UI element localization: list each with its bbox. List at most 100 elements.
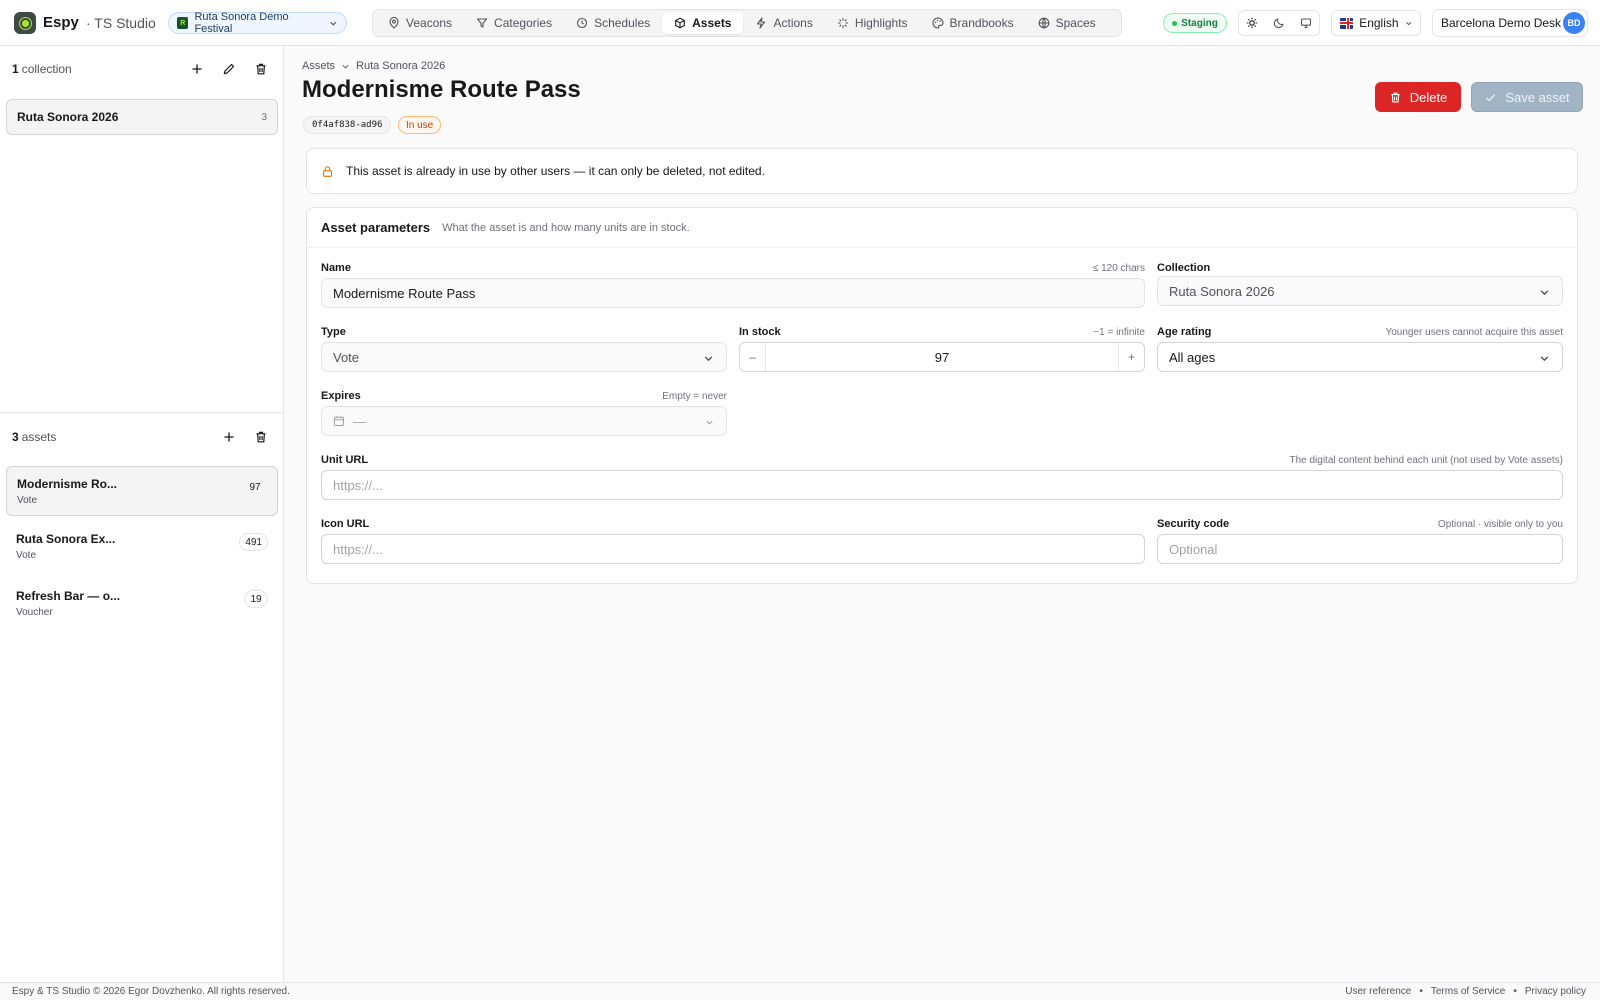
sun-icon: [1247, 17, 1258, 29]
assets-header: 3 assets: [12, 422, 272, 452]
edit-collection-button[interactable]: [218, 58, 240, 80]
moon-icon: [1273, 18, 1284, 29]
collection-item[interactable]: Ruta Sonora 2026 3: [6, 99, 278, 135]
status-badge: In use: [398, 116, 442, 134]
icon-url-input[interactable]: https://...: [321, 534, 1145, 564]
plus-icon: [224, 432, 234, 442]
increment-button[interactable]: +: [1118, 343, 1144, 371]
festival-selector[interactable]: R Ruta Sonora Demo Festival: [168, 11, 347, 35]
age-rating-value: All ages: [1169, 349, 1216, 365]
light-theme-button[interactable]: [1241, 13, 1263, 33]
status-dot: [1172, 20, 1178, 26]
type-select[interactable]: Vote: [321, 342, 727, 372]
expires-hint: Empty = never: [662, 391, 727, 402]
nav-schedules[interactable]: Schedules: [564, 12, 662, 34]
save-asset-button[interactable]: Save asset: [1471, 82, 1583, 112]
delete-asset-button[interactable]: [250, 426, 272, 448]
security-code-hint: Optional · visible only to you: [1437, 519, 1563, 530]
asset-parameters-card: Asset parameters What the asset is and h…: [306, 207, 1578, 584]
asset-type: Voucher: [16, 607, 53, 618]
environment-label: Staging: [1181, 17, 1218, 29]
nav-label: Assets: [692, 16, 732, 30]
nav-highlights[interactable]: Highlights: [825, 12, 920, 34]
filter-icon: [476, 18, 488, 28]
expires-value: —: [353, 413, 366, 429]
name-input[interactable]: Modernisme Route Pass: [321, 278, 1145, 308]
age-rating-select[interactable]: All ages: [1157, 342, 1563, 372]
nav-label: Veacons: [406, 16, 453, 30]
delete-label: Delete: [1409, 89, 1448, 105]
nav-label: Schedules: [594, 16, 651, 30]
user-menu[interactable]: Barcelona Demo Desk BD: [1432, 9, 1588, 37]
map-pin-icon: [389, 17, 399, 29]
asset-list-item[interactable]: Ruta Sonora Ex... Vote 491: [6, 522, 278, 572]
privacy-link[interactable]: Privacy policy: [1525, 986, 1586, 997]
espy-logo[interactable]: [14, 12, 36, 34]
stock-hint: −1 = infinite: [1093, 327, 1145, 338]
asset-name: Ruta Sonora Ex...: [16, 532, 116, 546]
nav-label: Actions: [773, 16, 813, 30]
asset-id-badge[interactable]: 0f4af838-ad96: [303, 116, 392, 134]
main-nav: Veacons Categories Schedules Assets Acti…: [372, 9, 1122, 37]
add-asset-button[interactable]: [218, 426, 240, 448]
unit-url-field-group: Unit URL The digital content behind each…: [321, 454, 1563, 502]
stock-field-group: In stock −1 = infinite – 97 +: [739, 326, 1145, 374]
unit-url-input[interactable]: https://...: [321, 470, 1563, 500]
festival-name: Ruta Sonora Demo Festival: [194, 11, 289, 35]
collection-count: 3: [261, 111, 267, 123]
expires-date-picker[interactable]: —: [321, 406, 727, 436]
chevron-down-icon: [706, 420, 713, 425]
nav-spaces[interactable]: Spaces: [1026, 12, 1108, 34]
collections-label: collection: [21, 62, 72, 76]
age-rating-hint: Younger users cannot acquire this asset: [1385, 327, 1563, 338]
chevron-down-icon: [1405, 21, 1411, 25]
chevron-down-icon: [1540, 290, 1549, 296]
unit-url-label: Unit URL: [321, 454, 369, 466]
nav-assets[interactable]: Assets: [662, 12, 744, 34]
nav-categories[interactable]: Categories: [464, 12, 564, 34]
assets-toolbar: [218, 422, 272, 452]
security-code-label: Security code: [1157, 518, 1230, 530]
language-selector[interactable]: English: [1331, 10, 1421, 36]
collections-header: 1 collection: [12, 54, 272, 84]
studio-name: · TS Studio: [86, 15, 156, 31]
system-theme-button[interactable]: [1295, 13, 1317, 33]
asset-list-item[interactable]: Refresh Bar — o... Voucher 19: [6, 579, 278, 629]
icon-url-field-group: Icon URL https://...: [321, 518, 1145, 566]
name-field-group: Name ≤ 120 chars Modernisme Route Pass: [321, 262, 1145, 310]
nav-label: Spaces: [1055, 16, 1096, 30]
age-rating-label: Age rating: [1157, 326, 1212, 338]
nav-actions[interactable]: Actions: [743, 12, 824, 34]
asset-stock-badge: 19: [244, 590, 268, 608]
breadcrumb-current[interactable]: Ruta Sonora 2026: [356, 60, 445, 72]
assets-count: 3: [12, 430, 19, 444]
asset-list-item[interactable]: Modernisme Ro... Vote 97: [6, 466, 278, 516]
nav-label: Categories: [494, 16, 553, 30]
dark-theme-button[interactable]: [1268, 13, 1290, 33]
asset-type: Vote: [17, 495, 38, 506]
collection-select[interactable]: Ruta Sonora 2026: [1157, 276, 1563, 306]
asset-name: Modernisme Ro...: [17, 477, 118, 491]
nav-brandbooks[interactable]: Brandbooks: [920, 12, 1026, 34]
sidebar-divider: [0, 412, 283, 413]
decrement-button[interactable]: –: [740, 343, 766, 371]
delete-collection-button[interactable]: [250, 58, 272, 80]
terms-link[interactable]: Terms of Service: [1431, 986, 1505, 997]
delete-button[interactable]: Delete: [1375, 82, 1461, 112]
asset-name: Refresh Bar — o...: [16, 589, 121, 603]
page-title: Modernisme Route Pass: [302, 76, 581, 103]
plus-icon: [192, 64, 202, 74]
card-header: Asset parameters What the asset is and h…: [307, 208, 1577, 248]
unit-url-hint: The digital content behind each unit (no…: [1289, 455, 1563, 466]
nav-label: Highlights: [854, 16, 908, 30]
save-label: Save asset: [1505, 89, 1570, 105]
brand-name: Espy: [43, 14, 79, 31]
user-reference-link[interactable]: User reference: [1345, 986, 1411, 997]
nav-veacons[interactable]: Veacons: [376, 12, 464, 34]
breadcrumb-root[interactable]: Assets: [302, 60, 335, 72]
box-icon: [675, 17, 685, 29]
bolt-icon: [757, 17, 766, 29]
stock-value[interactable]: 97: [766, 343, 1118, 371]
security-code-input[interactable]: Optional: [1157, 534, 1563, 564]
add-collection-button[interactable]: [186, 58, 208, 80]
